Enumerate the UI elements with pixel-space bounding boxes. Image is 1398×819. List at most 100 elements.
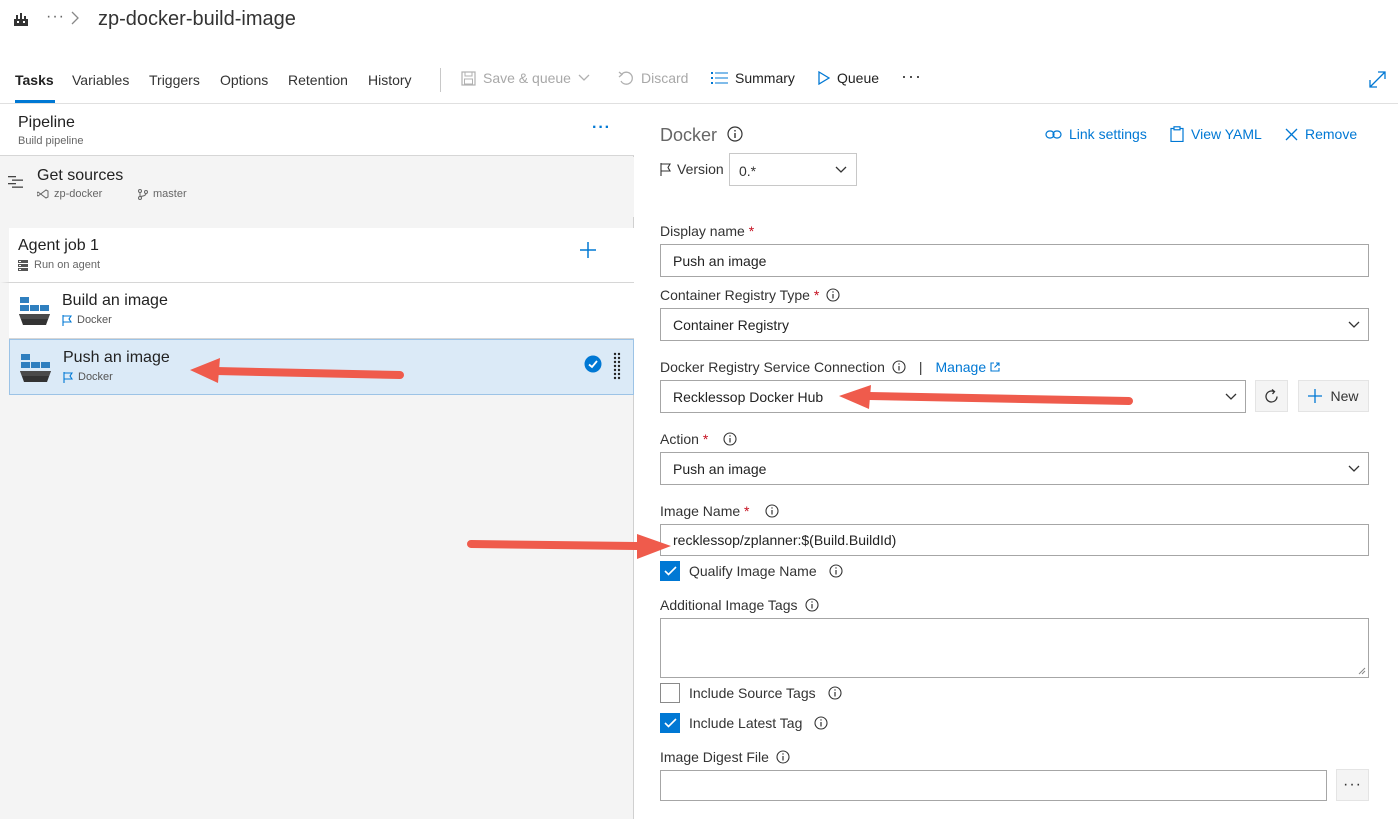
info-icon[interactable] (892, 360, 906, 374)
label-separator: | (918, 359, 923, 375)
agent-job-subtitle: Run on agent (18, 259, 100, 271)
undo-icon (618, 71, 633, 85)
tab-history[interactable]: History (368, 72, 412, 88)
info-icon[interactable] (828, 686, 842, 700)
toolbar-divider (440, 68, 441, 92)
info-icon[interactable] (764, 504, 779, 518)
server-icon (18, 259, 28, 271)
info-icon[interactable] (829, 564, 843, 578)
branch-name: master (153, 188, 187, 200)
sources-icon (8, 176, 23, 188)
info-icon[interactable] (723, 432, 737, 446)
discard-label: Discard (641, 70, 689, 86)
get-sources-item[interactable]: Get sources zp-docker master (0, 157, 634, 217)
plus-icon (1308, 389, 1323, 403)
digest-file-input[interactable] (660, 770, 1327, 801)
registry-type-value: Container Registry (673, 317, 789, 333)
agent-job-title: Agent job 1 (18, 237, 99, 254)
tab-triggers[interactable]: Triggers (149, 72, 200, 88)
summary-button[interactable]: Summary (711, 70, 795, 86)
top-bar: ··· zp-docker-build-image (0, 0, 1398, 44)
agent-job-item[interactable]: Agent job 1 Run on agent (0, 228, 634, 283)
tab-bar: Tasks Variables Triggers Options Retenti… (0, 58, 1398, 104)
info-icon[interactable] (814, 716, 828, 730)
display-name-value: Push an image (673, 253, 767, 269)
version-label: Version (660, 161, 724, 177)
version-label-text: Version (677, 161, 724, 177)
play-icon (818, 71, 830, 85)
version-select[interactable]: 0.* (729, 153, 857, 186)
pipeline-title: Pipeline (18, 114, 75, 131)
flag-icon (63, 371, 73, 383)
action-label: Action * (660, 431, 737, 447)
save-queue-button[interactable]: Save & queue (461, 70, 590, 86)
task-title: Build an image (62, 292, 168, 309)
task-settings-title: Docker (660, 125, 718, 145)
link-settings-button[interactable]: Link settings (1045, 126, 1147, 142)
info-icon[interactable] (826, 288, 840, 302)
new-connection-button[interactable]: New (1298, 380, 1369, 412)
chevron-right-icon (71, 11, 79, 25)
action-select[interactable]: Push an image (660, 452, 1369, 485)
service-connection-select[interactable]: Recklessop Docker Hub (660, 380, 1246, 413)
resize-handle-icon[interactable] (1358, 667, 1366, 675)
queue-button[interactable]: Queue (818, 70, 879, 86)
tab-variables[interactable]: Variables (72, 72, 129, 88)
branch-icon (138, 188, 148, 200)
repo-name: zp-docker (54, 188, 103, 200)
pipeline-subtitle: Build pipeline (18, 135, 84, 147)
tab-options[interactable]: Options (220, 72, 268, 88)
registry-type-label: Container Registry Type * (660, 287, 840, 303)
pipeline-header[interactable]: Pipeline Build pipeline ··· (0, 104, 634, 156)
refresh-button[interactable] (1255, 380, 1288, 412)
agent-job-subtitle-text: Run on agent (34, 259, 101, 271)
flag-icon (660, 162, 671, 176)
image-name-input[interactable]: recklessop/zplanner:$(Build.BuildId) (660, 524, 1369, 556)
manage-link[interactable]: Manage (936, 359, 1001, 375)
toolbar-more-button[interactable]: ··· (901, 66, 922, 87)
task-subtitle: Docker (63, 371, 113, 383)
discard-button[interactable]: Discard (618, 70, 688, 86)
summary-label: Summary (735, 70, 795, 86)
build-pipeline-icon[interactable] (13, 12, 29, 28)
get-sources-title: Get sources (37, 167, 124, 184)
task-build-image[interactable]: Build an image Docker (9, 283, 634, 339)
expand-icon[interactable] (1369, 71, 1386, 88)
close-icon (1285, 128, 1298, 140)
info-icon[interactable] (727, 126, 743, 142)
check-circle-icon (584, 355, 602, 373)
tab-retention[interactable]: Retention (288, 72, 348, 88)
info-icon[interactable] (776, 750, 790, 764)
checkmark-icon (663, 566, 677, 576)
pipeline-tree-pane: Pipeline Build pipeline ··· Get sources … (0, 104, 634, 819)
additional-tags-textarea[interactable] (660, 618, 1369, 678)
chevron-down-icon (1348, 321, 1360, 328)
task-subtitle: Docker (62, 314, 112, 326)
image-name-value: recklessop/zplanner:$(Build.BuildId) (673, 532, 897, 548)
drag-handle-icon[interactable] (613, 352, 621, 380)
task-type: Docker (77, 314, 112, 326)
display-name-input[interactable]: Push an image (660, 244, 1369, 277)
include-latest-tag-label: Include Latest Tag (689, 715, 803, 731)
view-yaml-button[interactable]: View YAML (1170, 126, 1262, 142)
add-task-icon[interactable] (579, 241, 597, 259)
link-icon (1045, 129, 1062, 139)
digest-file-browse-button[interactable]: ··· (1336, 769, 1369, 801)
registry-type-select[interactable]: Container Registry (660, 308, 1369, 341)
include-source-tags-row: Include Source Tags (660, 683, 842, 703)
remove-button[interactable]: Remove (1285, 126, 1357, 142)
include-latest-tag-checkbox[interactable] (660, 713, 680, 733)
include-source-tags-checkbox[interactable] (660, 683, 680, 703)
breadcrumb-more[interactable]: ··· (46, 8, 65, 26)
pipeline-more-button[interactable]: ··· (592, 119, 611, 137)
info-icon[interactable] (804, 598, 819, 612)
task-push-image[interactable]: Push an image Docker (9, 339, 634, 395)
additional-tags-label: Additional Image Tags (660, 597, 819, 613)
action-value: Push an image (673, 461, 767, 477)
service-connection-value: Recklessop Docker Hub (673, 389, 824, 405)
repo-icon (37, 189, 49, 199)
tab-tasks[interactable]: Tasks (15, 72, 54, 88)
task-type: Docker (78, 371, 113, 383)
qualify-image-name-checkbox[interactable] (660, 561, 680, 581)
link-settings-label: Link settings (1069, 126, 1147, 142)
